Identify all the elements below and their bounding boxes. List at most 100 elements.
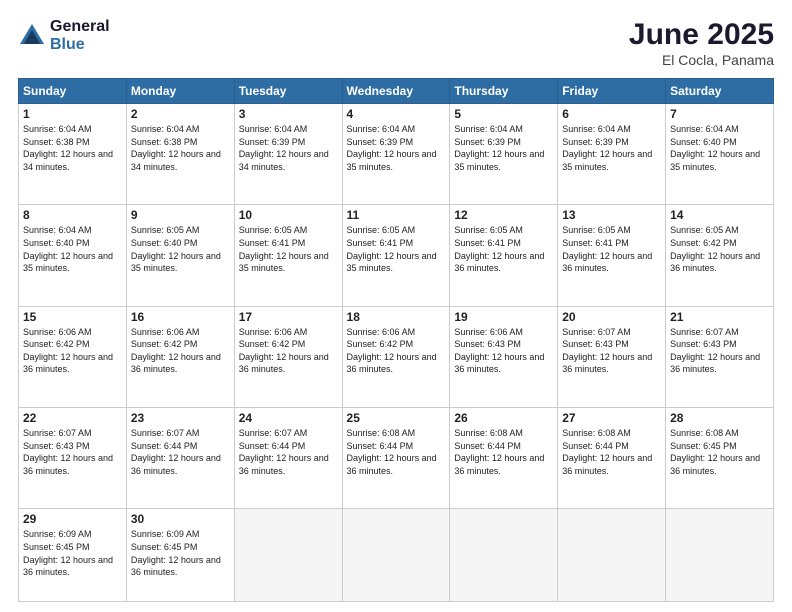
day-number: 25 xyxy=(347,411,446,425)
logo-general-text: General xyxy=(50,18,110,36)
calendar-day-cell: 17 Sunrise: 6:06 AMSunset: 6:42 PMDayligh… xyxy=(234,306,342,407)
title-month: June 2025 xyxy=(629,18,774,52)
calendar-day-cell: 20 Sunrise: 6:07 AMSunset: 6:43 PMDayligh… xyxy=(558,306,666,407)
day-info: Sunrise: 6:06 AMSunset: 6:42 PMDaylight:… xyxy=(131,326,230,376)
day-info: Sunrise: 6:07 AMSunset: 6:43 PMDaylight:… xyxy=(23,427,122,477)
day-number: 5 xyxy=(454,107,553,121)
day-number: 22 xyxy=(23,411,122,425)
calendar-day-cell xyxy=(558,509,666,602)
calendar-day-cell: 5 Sunrise: 6:04 AMSunset: 6:39 PMDaylight… xyxy=(450,104,558,205)
day-number: 26 xyxy=(454,411,553,425)
day-number: 3 xyxy=(239,107,338,121)
logo-blue-text: Blue xyxy=(50,36,110,54)
day-info: Sunrise: 6:05 AMSunset: 6:42 PMDaylight:… xyxy=(670,224,769,274)
calendar-day-cell: 26Sunrise: 6:08 AMSunset: 6:44 PMDayligh… xyxy=(450,407,558,508)
day-info: Sunrise: 6:05 AMSunset: 6:40 PMDaylight:… xyxy=(131,224,230,274)
calendar-day-cell: 24Sunrise: 6:07 AMSunset: 6:44 PMDayligh… xyxy=(234,407,342,508)
calendar-week-row: 22 Sunrise: 6:07 AMSunset: 6:43 PMDayligh… xyxy=(19,407,774,508)
calendar-day-cell: 10Sunrise: 6:05 AMSunset: 6:41 PMDayligh… xyxy=(234,205,342,306)
day-number: 19 xyxy=(454,310,553,324)
calendar-day-cell xyxy=(666,509,774,602)
logo: General Blue xyxy=(18,18,110,53)
day-number: 16 xyxy=(131,310,230,324)
calendar-day-cell: 8 Sunrise: 6:04 AMSunset: 6:40 PMDaylight… xyxy=(19,205,127,306)
col-friday: Friday xyxy=(558,79,666,104)
day-number: 7 xyxy=(670,107,769,121)
day-number: 28 xyxy=(670,411,769,425)
col-sunday: Sunday xyxy=(19,79,127,104)
calendar-week-row: 8 Sunrise: 6:04 AMSunset: 6:40 PMDaylight… xyxy=(19,205,774,306)
calendar-day-cell: 18 Sunrise: 6:06 AMSunset: 6:42 PMDayligh… xyxy=(342,306,450,407)
calendar-day-cell: 15 Sunrise: 6:06 AMSunset: 6:42 PMDayligh… xyxy=(19,306,127,407)
calendar-day-cell: 19Sunrise: 6:06 AMSunset: 6:43 PMDayligh… xyxy=(450,306,558,407)
day-info: Sunrise: 6:07 AMSunset: 6:44 PMDaylight:… xyxy=(239,427,338,477)
day-number: 1 xyxy=(23,107,122,121)
calendar-day-cell: 30 Sunrise: 6:09 AMSunset: 6:45 PMDayligh… xyxy=(126,509,234,602)
day-number: 18 xyxy=(347,310,446,324)
calendar-day-cell: 6Sunrise: 6:04 AMSunset: 6:39 PMDaylight… xyxy=(558,104,666,205)
col-monday: Monday xyxy=(126,79,234,104)
calendar-day-cell: 1 Sunrise: 6:04 AMSunset: 6:38 PMDaylight… xyxy=(19,104,127,205)
day-info: Sunrise: 6:09 AMSunset: 6:45 PMDaylight:… xyxy=(23,528,122,578)
page: General Blue June 2025 El Cocla, Panama … xyxy=(0,0,792,612)
day-info: Sunrise: 6:06 AMSunset: 6:42 PMDaylight:… xyxy=(23,326,122,376)
day-number: 17 xyxy=(239,310,338,324)
day-info: Sunrise: 6:04 AMSunset: 6:39 PMDaylight:… xyxy=(239,123,338,173)
day-info: Sunrise: 6:04 AMSunset: 6:38 PMDaylight:… xyxy=(131,123,230,173)
day-number: 4 xyxy=(347,107,446,121)
calendar-day-cell: 16 Sunrise: 6:06 AMSunset: 6:42 PMDayligh… xyxy=(126,306,234,407)
calendar-day-cell: 2 Sunrise: 6:04 AMSunset: 6:38 PMDaylight… xyxy=(126,104,234,205)
logo-text: General Blue xyxy=(50,18,110,53)
day-info: Sunrise: 6:04 AMSunset: 6:38 PMDaylight:… xyxy=(23,123,122,173)
day-info: Sunrise: 6:04 AMSunset: 6:39 PMDaylight:… xyxy=(562,123,661,173)
calendar-day-cell: 4 Sunrise: 6:04 AMSunset: 6:39 PMDaylight… xyxy=(342,104,450,205)
calendar-table: Sunday Monday Tuesday Wednesday Thursday… xyxy=(18,78,774,602)
title-location: El Cocla, Panama xyxy=(629,52,774,68)
day-info: Sunrise: 6:05 AMSunset: 6:41 PMDaylight:… xyxy=(239,224,338,274)
calendar-day-cell: 13Sunrise: 6:05 AMSunset: 6:41 PMDayligh… xyxy=(558,205,666,306)
calendar-week-row: 29 Sunrise: 6:09 AMSunset: 6:45 PMDayligh… xyxy=(19,509,774,602)
day-info: Sunrise: 6:07 AMSunset: 6:43 PMDaylight:… xyxy=(562,326,661,376)
day-info: Sunrise: 6:09 AMSunset: 6:45 PMDaylight:… xyxy=(131,528,230,578)
calendar-day-cell: 27Sunrise: 6:08 AMSunset: 6:44 PMDayligh… xyxy=(558,407,666,508)
calendar-header-row: Sunday Monday Tuesday Wednesday Thursday… xyxy=(19,79,774,104)
day-number: 8 xyxy=(23,208,122,222)
day-info: Sunrise: 6:08 AMSunset: 6:44 PMDaylight:… xyxy=(347,427,446,477)
day-info: Sunrise: 6:06 AMSunset: 6:42 PMDaylight:… xyxy=(347,326,446,376)
calendar-day-cell: 9 Sunrise: 6:05 AMSunset: 6:40 PMDaylight… xyxy=(126,205,234,306)
calendar-day-cell: 21Sunrise: 6:07 AMSunset: 6:43 PMDayligh… xyxy=(666,306,774,407)
calendar-day-cell: 22 Sunrise: 6:07 AMSunset: 6:43 PMDayligh… xyxy=(19,407,127,508)
day-number: 9 xyxy=(131,208,230,222)
day-info: Sunrise: 6:07 AMSunset: 6:43 PMDaylight:… xyxy=(670,326,769,376)
calendar-day-cell xyxy=(234,509,342,602)
day-number: 20 xyxy=(562,310,661,324)
day-info: Sunrise: 6:04 AMSunset: 6:39 PMDaylight:… xyxy=(454,123,553,173)
col-thursday: Thursday xyxy=(450,79,558,104)
day-info: Sunrise: 6:05 AMSunset: 6:41 PMDaylight:… xyxy=(454,224,553,274)
day-number: 30 xyxy=(131,512,230,526)
day-info: Sunrise: 6:04 AMSunset: 6:40 PMDaylight:… xyxy=(670,123,769,173)
calendar-day-cell: 7 Sunrise: 6:04 AMSunset: 6:40 PMDaylight… xyxy=(666,104,774,205)
calendar-day-cell: 29 Sunrise: 6:09 AMSunset: 6:45 PMDayligh… xyxy=(19,509,127,602)
col-saturday: Saturday xyxy=(666,79,774,104)
calendar-week-row: 15 Sunrise: 6:06 AMSunset: 6:42 PMDayligh… xyxy=(19,306,774,407)
calendar-day-cell xyxy=(342,509,450,602)
day-info: Sunrise: 6:04 AMSunset: 6:39 PMDaylight:… xyxy=(347,123,446,173)
calendar-day-cell: 25 Sunrise: 6:08 AMSunset: 6:44 PMDayligh… xyxy=(342,407,450,508)
calendar-day-cell: 23Sunrise: 6:07 AMSunset: 6:44 PMDayligh… xyxy=(126,407,234,508)
calendar-day-cell: 3 Sunrise: 6:04 AMSunset: 6:39 PMDaylight… xyxy=(234,104,342,205)
day-info: Sunrise: 6:08 AMSunset: 6:45 PMDaylight:… xyxy=(670,427,769,477)
day-number: 15 xyxy=(23,310,122,324)
day-number: 2 xyxy=(131,107,230,121)
calendar-day-cell xyxy=(450,509,558,602)
calendar-day-cell: 28 Sunrise: 6:08 AMSunset: 6:45 PMDayligh… xyxy=(666,407,774,508)
col-wednesday: Wednesday xyxy=(342,79,450,104)
calendar-day-cell: 12Sunrise: 6:05 AMSunset: 6:41 PMDayligh… xyxy=(450,205,558,306)
header: General Blue June 2025 El Cocla, Panama xyxy=(18,18,774,68)
day-number: 27 xyxy=(562,411,661,425)
day-info: Sunrise: 6:06 AMSunset: 6:42 PMDaylight:… xyxy=(239,326,338,376)
day-info: Sunrise: 6:04 AMSunset: 6:40 PMDaylight:… xyxy=(23,224,122,274)
day-info: Sunrise: 6:05 AMSunset: 6:41 PMDaylight:… xyxy=(562,224,661,274)
day-number: 11 xyxy=(347,208,446,222)
day-number: 29 xyxy=(23,512,122,526)
